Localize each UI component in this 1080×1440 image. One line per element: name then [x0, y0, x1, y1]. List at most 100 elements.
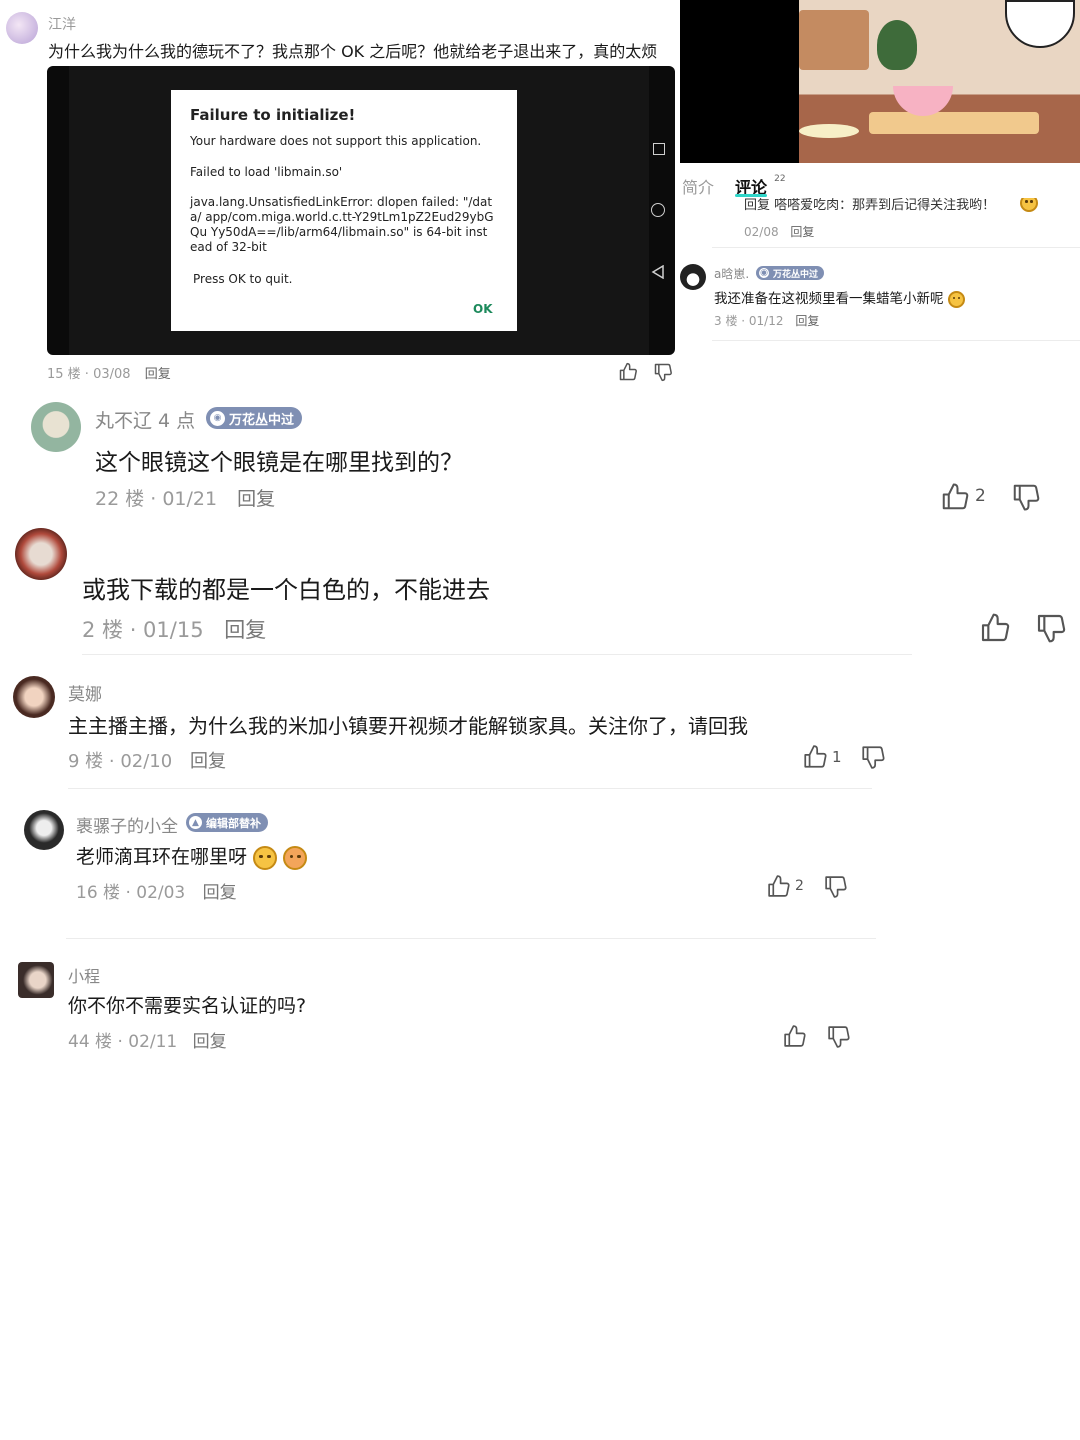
tab-intro[interactable]: 简介	[682, 174, 714, 198]
like-count: 2	[975, 486, 986, 506]
username[interactable]: 小程	[68, 963, 100, 987]
user-badge: ◉ 万花丛中过	[756, 266, 825, 280]
comment-text: 你不你不需要实名认证的吗?	[68, 995, 307, 1017]
avatar[interactable]	[18, 962, 54, 998]
dialog-line: Press OK to quit.	[193, 272, 293, 286]
comment-text: 为什么我为什么我的德玩不了？我点那个 OK 之后呢？他就给老子退出来了，真的太烦	[48, 42, 658, 61]
comment-body: 老师滴耳环在哪里呀	[76, 846, 248, 868]
reply-date: 02/08	[744, 225, 779, 239]
divider	[712, 247, 1080, 248]
error-dialog: Failure to initialize! Your hardware doe…	[171, 90, 517, 331]
wall-shelf	[799, 10, 869, 70]
divider	[66, 938, 876, 939]
game-scene	[799, 0, 1080, 163]
like-icon[interactable]	[940, 482, 970, 512]
comment-meta: 15 楼 · 03/08 回复	[47, 363, 171, 382]
like-count: 1	[832, 748, 842, 766]
avatar[interactable]	[680, 264, 706, 290]
like-icon[interactable]	[979, 612, 1011, 644]
dislike-icon[interactable]	[823, 874, 848, 899]
reply-text: 回复 嗒嗒爱吃肉：那弄到后记得关注我哟！	[744, 198, 996, 212]
username[interactable]: 江洋	[48, 14, 76, 34]
badge-label: 万花丛中过	[229, 412, 295, 428]
dislike-icon[interactable]	[1035, 612, 1067, 644]
floor-date: 16 楼 · 02/03	[76, 883, 186, 903]
square-icon[interactable]	[653, 143, 665, 155]
gamepad-icon: ◉	[210, 410, 225, 426]
plant	[877, 20, 917, 70]
reply-link[interactable]: 回复	[790, 225, 814, 239]
floor-date: 3 楼 · 01/12	[714, 314, 784, 328]
username[interactable]: a晗崽.	[714, 265, 749, 282]
comment-meta: 2 楼 · 01/15 回复	[82, 614, 266, 644]
ok-button[interactable]: OK	[473, 302, 493, 317]
floor-date: 2 楼 · 01/15	[82, 618, 204, 642]
character	[1005, 0, 1075, 48]
comment-text: 我还准备在这视频里看一集蜡笔小新呢	[714, 287, 965, 308]
comment-meta: 22 楼 · 01/21 回复	[95, 484, 275, 511]
reply-link[interactable]: 回复	[203, 883, 237, 903]
floor-date: 9 楼 · 02/10	[68, 751, 173, 772]
username[interactable]: 丸不辽 4 点	[95, 406, 195, 433]
like-icon[interactable]	[618, 362, 638, 382]
floor-date: 44 楼 · 02/11	[68, 1032, 178, 1052]
dialog-title: Failure to initialize!	[190, 106, 356, 124]
thumbs-up-badge-icon: ▲	[189, 816, 202, 829]
like-icon[interactable]	[802, 744, 828, 770]
floor-date: 15 楼 · 03/08	[47, 367, 131, 382]
comment-meta: 44 楼 · 02/11 回复	[68, 1027, 227, 1052]
tab-underline	[735, 194, 767, 197]
comment-text: 这个眼镜这个眼镜是在哪里找到的？	[95, 450, 463, 476]
like-icon[interactable]	[766, 874, 791, 899]
comment-meta: 3 楼 · 01/12 回复	[714, 312, 819, 329]
avatar[interactable]	[24, 810, 64, 850]
dislike-icon[interactable]	[653, 362, 673, 382]
dislike-icon[interactable]	[826, 1024, 851, 1049]
tab-comments[interactable]: 评论 22	[735, 174, 786, 198]
username[interactable]: 莫娜	[68, 680, 102, 705]
avatar[interactable]	[31, 402, 81, 452]
back-triangle-icon[interactable]	[651, 264, 665, 283]
reply-meta: 02/08 回复	[744, 223, 814, 240]
avatar[interactable]	[6, 12, 38, 44]
username[interactable]: 裹骡子的小全	[76, 812, 178, 837]
table	[869, 112, 1039, 134]
badge-label: 万花丛中过	[773, 269, 819, 280]
comment-text: 或我下载的都是一个白色的，不能进去	[82, 576, 490, 604]
avatar[interactable]	[15, 528, 67, 580]
divider	[712, 340, 1080, 341]
like-icon[interactable]	[782, 1024, 807, 1049]
smile-emoji-icon	[1020, 198, 1038, 212]
dialog-line: Failed to load 'libmain.so'	[190, 165, 343, 179]
divider	[68, 788, 872, 789]
comment-text: 老师滴耳环在哪里呀	[76, 842, 308, 870]
reply-link[interactable]: 回复	[190, 751, 226, 772]
cut-reply: 回复 嗒嗒爱吃肉：那弄到后记得关注我哟！	[680, 198, 1080, 212]
dialog-line: Your hardware does not support this appl…	[190, 134, 482, 148]
reply-link[interactable]: 回复	[224, 618, 266, 642]
dislike-icon[interactable]	[860, 744, 886, 770]
circle-icon[interactable]	[651, 203, 665, 217]
avatar[interactable]	[13, 676, 55, 718]
video-player[interactable]	[680, 0, 1080, 163]
dislike-icon[interactable]	[1011, 482, 1041, 512]
reply-link[interactable]: 回复	[795, 314, 819, 328]
gamepad-icon: ◉	[759, 268, 769, 278]
comment-meta: 9 楼 · 02/10 回复	[68, 747, 226, 773]
user-badge: ▲ 编辑部替补	[186, 813, 268, 832]
reply-link[interactable]: 回复	[237, 488, 275, 510]
reply-link[interactable]: 回复	[193, 1032, 227, 1052]
comment-text: 主主播主播，为什么我的米加小镇要开视频才能解锁家具。关注你了，请回我	[68, 714, 748, 738]
dialog-line: java.lang.UnsatisfiedLinkError: dlopen f…	[190, 195, 494, 254]
user-badge: ◉ 万花丛中过	[206, 407, 303, 429]
comment-body: 我还准备在这视频里看一集蜡笔小新呢	[714, 291, 944, 307]
reply-link[interactable]: 回复	[145, 367, 171, 382]
tab-comments-count: 22	[774, 174, 786, 184]
error-screenshot: Failure to initialize! Your hardware doe…	[47, 66, 675, 355]
comment-meta: 16 楼 · 02/03 回复	[76, 878, 237, 903]
grin-emoji-icon	[253, 845, 278, 870]
divider	[82, 654, 912, 655]
rug	[799, 124, 859, 138]
smile-emoji-icon	[947, 290, 965, 308]
floor-date: 22 楼 · 01/21	[95, 488, 218, 510]
